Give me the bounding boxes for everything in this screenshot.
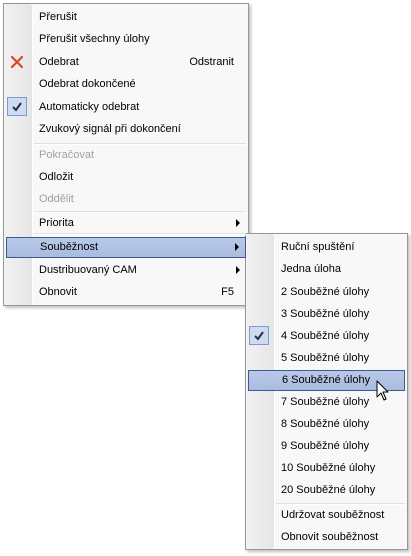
submenu-item-20-concurrent[interactable]: 20 Souběžné úlohy — [248, 480, 405, 501]
submenu-item-3-concurrent[interactable]: 3 Souběžné úlohy — [248, 304, 405, 325]
menu-item-label: Priorita — [39, 217, 74, 229]
menu-item-detach: Oddělit — [6, 189, 246, 210]
submenu-item-label: 6 Souběžné úlohy — [282, 374, 371, 386]
menu-item-label: Odebrat dokončené — [39, 78, 136, 90]
submenu-arrow-icon — [236, 266, 240, 274]
menu-item-label: Obnovit — [39, 286, 77, 298]
submenu-item-label: 10 Souběžné úlohy — [281, 462, 376, 474]
menu-item-label: Dustribuovaný CAM — [39, 264, 137, 276]
menu-item-label: Souběžnost — [40, 241, 99, 253]
menu-item-remove[interactable]: Odebrat Odstranit — [6, 52, 246, 73]
menu-item-distributed-cam[interactable]: Dustribuovaný CAM — [6, 260, 246, 281]
menu-item-remove-completed[interactable]: Odebrat dokončené — [6, 74, 246, 95]
submenu-item-label: 9 Souběžné úlohy — [281, 440, 370, 452]
menu-item-label: Pokračovat — [39, 149, 95, 161]
menu-item-interrupt-all[interactable]: Přerušit všechny úlohy — [6, 29, 246, 50]
menu-item-label: Automaticky odebrat — [39, 101, 140, 113]
submenu-item-4-concurrent[interactable]: 4 Souběžné úlohy — [248, 326, 405, 347]
menu-item-postpone[interactable]: Odložit — [6, 167, 246, 188]
menu-item-label: Přerušit — [39, 11, 77, 23]
menu-item-priority[interactable]: Priorita — [6, 213, 246, 234]
submenu-item-restore-concurrency[interactable]: Obnovit souběžnost — [248, 527, 405, 548]
menu-item-label: Odložit — [39, 171, 74, 183]
submenu-item-5-concurrent[interactable]: 5 Souběžné úlohy — [248, 348, 405, 369]
mouse-pointer-icon — [376, 380, 389, 401]
submenu-item-label: Jedna úloha — [281, 263, 341, 275]
menu-item-label: Přerušit všechny úlohy — [39, 33, 150, 45]
submenu-item-label: 2 Souběžné úlohy — [281, 286, 370, 298]
menu-item-label: Zvukový signál při dokončení — [39, 123, 181, 135]
submenu-item-8-concurrent[interactable]: 8 Souběžné úlohy — [248, 414, 405, 435]
submenu-item-manual-start[interactable]: Ruční spuštění — [248, 237, 405, 258]
submenu-item-10-concurrent[interactable]: 10 Souběžné úlohy — [248, 458, 405, 479]
submenu-arrow-icon — [236, 219, 240, 227]
context-menu: Přerušit Přerušit všechny úlohy Odebrat … — [3, 3, 249, 306]
submenu-item-label: 5 Souběžné úlohy — [281, 352, 370, 364]
submenu-item-label: 3 Souběžné úlohy — [281, 308, 370, 320]
submenu-item-keep-concurrency[interactable]: Udržovat souběžnost — [248, 505, 405, 526]
menu-item-shortcut: Odstranit — [189, 56, 234, 68]
menu-item-label: Oddělit — [39, 193, 74, 205]
menu-item-resume: Pokračovat — [6, 145, 246, 166]
submenu-item-label: 20 Souběžné úlohy — [281, 484, 376, 496]
menu-item-concurrency[interactable]: Souběžnost — [6, 237, 246, 258]
submenu-item-label: Obnovit souběžnost — [281, 531, 379, 543]
submenu-item-label: 4 Souběžné úlohy — [281, 330, 370, 342]
menu-item-shortcut: F5 — [221, 286, 234, 298]
submenu-arrow-icon — [235, 243, 239, 251]
menu-item-auto-remove[interactable]: Automaticky odebrat — [6, 97, 246, 118]
submenu-item-2-concurrent[interactable]: 2 Souběžné úlohy — [248, 282, 405, 303]
submenu-item-label: Ruční spuštění — [281, 241, 355, 253]
submenu-item-label: 7 Souběžné úlohy — [281, 396, 370, 408]
submenu-item-9-concurrent[interactable]: 9 Souběžné úlohy — [248, 436, 405, 457]
submenu-item-single-task[interactable]: Jedna úloha — [248, 259, 405, 280]
delete-x-icon — [10, 55, 24, 69]
menu-separator — [34, 233, 246, 235]
menu-item-refresh[interactable]: Obnovit F5 — [6, 282, 246, 303]
checkmark-icon — [254, 331, 264, 341]
checkmark-icon — [12, 102, 22, 112]
submenu-item-label: 8 Souběžné úlohy — [281, 418, 370, 430]
menu-item-sound-on-complete[interactable]: Zvukový signál při dokončení — [6, 119, 246, 140]
menu-item-interrupt[interactable]: Přerušit — [6, 7, 246, 28]
menu-item-label: Odebrat — [39, 56, 79, 68]
submenu-item-label: Udržovat souběžnost — [281, 509, 385, 521]
